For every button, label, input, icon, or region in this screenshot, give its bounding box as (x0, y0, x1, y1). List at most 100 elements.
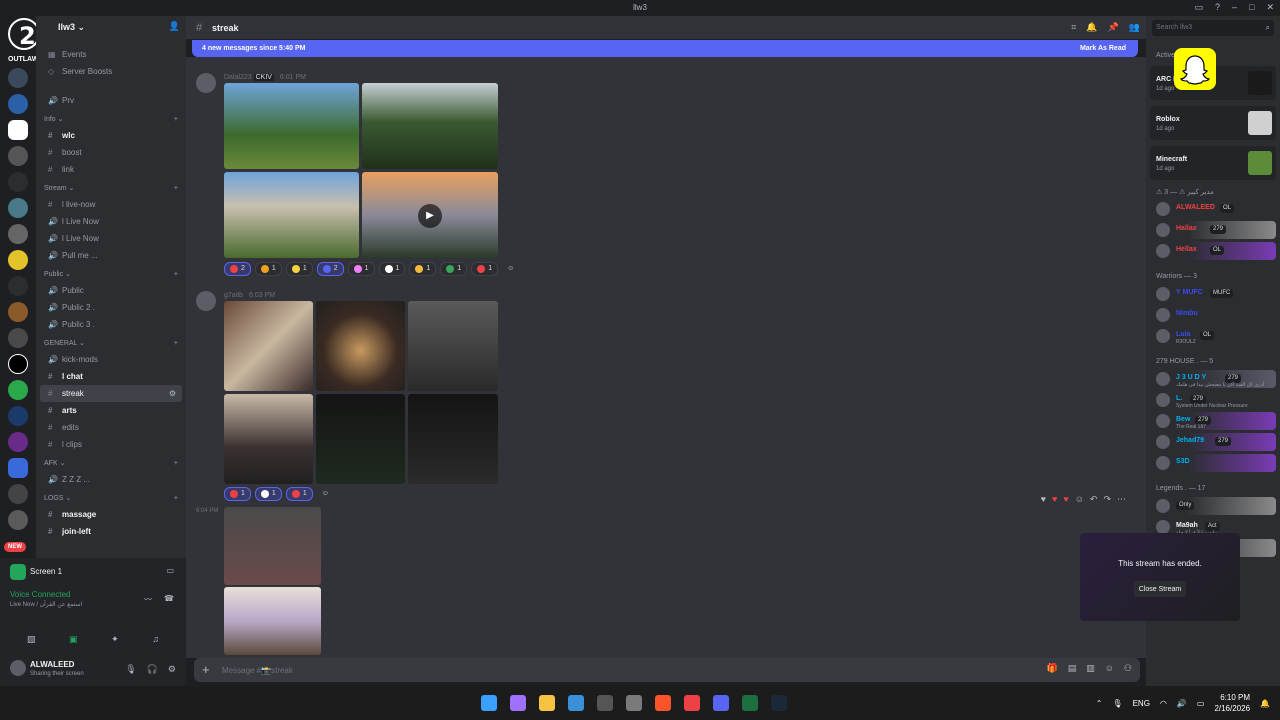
image-attachment[interactable] (224, 394, 313, 484)
reply-icon[interactable]: ↶ (1090, 494, 1098, 505)
gear-icon[interactable]: ⚙ (168, 664, 176, 675)
channel-public-3[interactable]: 🔊 Public 3 . (40, 316, 182, 333)
close-icon[interactable]: ✕ (1266, 2, 1274, 13)
members-icon[interactable]: 👥 (1129, 22, 1140, 33)
category-info[interactable]: Info ⌄ + (36, 109, 186, 127)
reaction-chip[interactable]: 1 (254, 262, 282, 276)
image-attachment[interactable] (362, 83, 498, 169)
activities-icon[interactable]: ✦ (111, 634, 119, 645)
server-icon[interactable] (8, 276, 28, 296)
channel-link[interactable]: # link (40, 161, 182, 178)
server-icon[interactable] (8, 380, 28, 400)
language-indicator[interactable]: ENG (1133, 699, 1150, 708)
message-author[interactable]: Dalal223 (224, 74, 252, 81)
threads-icon[interactable]: ⌗ (1071, 22, 1076, 33)
noise-suppression-icon[interactable]: 〰 (144, 594, 152, 605)
channel-prv[interactable]: 🔊 Prv (40, 92, 182, 109)
disconnect-icon[interactable]: ☎ (164, 594, 174, 603)
server-icon[interactable] (8, 406, 28, 426)
reaction-chip[interactable]: 2 (316, 262, 344, 276)
pin-icon[interactable]: 📌 (1108, 22, 1119, 33)
volume-icon[interactable]: 🔊 (1177, 699, 1187, 708)
reaction-chip[interactable]: 2 (224, 262, 251, 276)
close-stream-button[interactable]: Close Stream (1134, 581, 1186, 597)
image-attachment[interactable] (224, 587, 321, 655)
server-icon[interactable] (8, 484, 28, 504)
bell-icon[interactable]: 🔔 (1086, 22, 1097, 33)
more-icon[interactable]: ⋯ (1117, 494, 1126, 505)
help-icon[interactable]: ? (1215, 2, 1220, 13)
image-attachment[interactable] (224, 301, 313, 391)
gif-icon[interactable]: ▤ (1068, 663, 1077, 674)
server-icon[interactable] (8, 224, 28, 244)
popout-icon[interactable]: ▭ (166, 566, 174, 575)
server-icon[interactable] (8, 250, 28, 270)
server-icon[interactable] (8, 510, 28, 530)
invite-icon[interactable]: 👤 (169, 21, 180, 32)
channel-join-left[interactable]: # join-left (40, 523, 182, 540)
server-icon[interactable] (8, 458, 28, 478)
member-row[interactable]: ALWALEED OL (1150, 200, 1276, 218)
message-author[interactable]: g7aitb (224, 292, 243, 299)
start-icon[interactable] (480, 695, 497, 711)
avatar[interactable] (196, 291, 216, 311)
channel-live-now-voice[interactable]: 🔊 l Live Now (40, 213, 182, 230)
steam-icon[interactable] (770, 695, 787, 711)
chrome-icon[interactable] (625, 695, 642, 711)
add-reaction-icon[interactable]: ☺ (1075, 494, 1084, 505)
maximize-icon[interactable]: □ (1249, 2, 1254, 13)
channel-arts[interactable]: # arts (40, 402, 182, 419)
emoji-icon[interactable]: ☺ (1105, 663, 1114, 674)
category-public[interactable]: Public ⌄ + (36, 264, 186, 282)
image-attachment[interactable] (408, 394, 498, 484)
category-stream[interactable]: Stream ⌄ + (36, 178, 186, 196)
image-attachment[interactable] (224, 172, 359, 258)
server-icon[interactable] (8, 68, 28, 88)
member-row[interactable]: Nimbu (1150, 306, 1276, 324)
add-reaction-icon[interactable]: ☺ (502, 262, 519, 276)
category-general[interactable]: GENERAL ⌄ + (36, 333, 186, 351)
excel-icon[interactable] (741, 695, 758, 711)
channel-public-2[interactable]: 🔊 Public 2 . (40, 299, 182, 316)
camera-off-icon[interactable]: ▧ (27, 634, 36, 645)
share-screen-icon[interactable]: ▣ (69, 634, 78, 645)
chevron-up-icon[interactable]: ⌃ (1096, 699, 1103, 708)
inbox-icon[interactable]: ▭ (1194, 2, 1203, 13)
new-messages-bar[interactable]: 4 new messages since 5:40 PM Mark As Rea… (192, 40, 1138, 57)
heart-icon[interactable]: ♥ (1063, 494, 1068, 505)
channel-streak[interactable]: # streak ⚙ (40, 385, 182, 402)
image-attachment[interactable] (224, 507, 321, 585)
server-icon[interactable] (8, 146, 28, 166)
server-icon[interactable] (8, 198, 28, 218)
member-row[interactable]: Bew 279 The Real 187 (1150, 412, 1276, 430)
adobe-icon[interactable] (683, 695, 700, 711)
member-row[interactable]: J 3 U D Y 279 أدرى كل الفيه أكن يا معيحش ب… (1150, 370, 1276, 388)
member-row[interactable]: S3D (1150, 454, 1276, 472)
soundboard-icon[interactable]: ♫ (152, 634, 159, 645)
calculator-icon[interactable] (596, 695, 613, 711)
server-icon[interactable] (8, 354, 28, 374)
message-input[interactable] (222, 663, 1002, 677)
copilot-icon[interactable] (509, 695, 526, 711)
channel-live-now-voice-2[interactable]: 🔊 l Live Now (40, 230, 182, 247)
member-row[interactable]: Only (1150, 497, 1276, 515)
mic-icon[interactable]: 🎙 (1112, 699, 1122, 708)
reaction-chip[interactable]: 1 (440, 262, 468, 276)
search-input[interactable]: Search llw3 ⌕ (1152, 20, 1274, 36)
channel-live-now[interactable]: # l live-now (40, 196, 182, 213)
avatar[interactable] (196, 73, 216, 93)
channel-zzz[interactable]: 🔊 Z Z Z ... (40, 471, 182, 488)
notifications-icon[interactable]: 🔔 (1260, 699, 1270, 708)
reaction-chip[interactable]: 1 (471, 262, 499, 276)
forward-icon[interactable]: ↷ (1103, 494, 1111, 505)
member-row[interactable]: Luia OL R3OULZ (1150, 327, 1276, 345)
server-icon[interactable] (8, 302, 28, 322)
brave-icon[interactable] (654, 695, 671, 711)
channel-kick-mods[interactable]: 🔊 kick-mods (40, 351, 182, 368)
minimize-icon[interactable]: – (1232, 2, 1237, 13)
server-icon[interactable] (8, 120, 28, 140)
activity-card[interactable]: Minecraft 1d ago (1150, 146, 1276, 180)
sticker-icon[interactable]: ▥ (1086, 663, 1095, 674)
image-attachment[interactable] (408, 301, 498, 391)
avatar[interactable] (10, 660, 26, 676)
